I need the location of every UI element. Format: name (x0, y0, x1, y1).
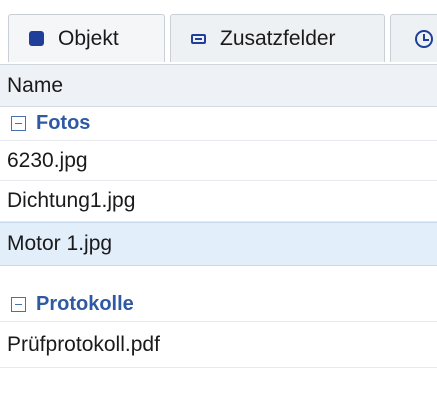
tab-history[interactable] (390, 14, 437, 62)
square-icon (29, 31, 44, 46)
tab-objekt[interactable]: Objekt (8, 14, 165, 62)
column-header-label: Name (7, 73, 64, 97)
group-row-fotos[interactable]: Fotos (0, 107, 437, 141)
table-row[interactable]: Prüfprotokoll.pdf (0, 322, 437, 368)
table-row[interactable]: Dichtung1.jpg (0, 181, 437, 222)
file-name: 6230.jpg (7, 148, 88, 172)
group-label: Protokolle (36, 293, 134, 315)
table-row-selected[interactable]: Motor 1.jpg (0, 222, 437, 266)
group-label: Fotos (36, 112, 91, 134)
group-row-protokolle[interactable]: Protokolle (0, 288, 437, 322)
collapse-icon[interactable] (11, 116, 26, 131)
clock-icon (415, 29, 433, 48)
card-icon (191, 33, 206, 44)
collapse-icon[interactable] (11, 297, 26, 312)
file-name: Prüfprotokoll.pdf (7, 332, 160, 356)
tab-zusatzfelder[interactable]: Zusatzfelder (170, 14, 385, 62)
column-header-name[interactable]: Name (0, 65, 437, 107)
file-name: Dichtung1.jpg (7, 189, 136, 212)
table-row[interactable]: 6230.jpg (0, 141, 437, 181)
tab-zusatzfelder-label: Zusatzfelder (220, 26, 336, 50)
tab-bar: Objekt Zusatzfelder (0, 0, 437, 65)
tab-objekt-label: Objekt (58, 26, 119, 50)
file-name: Motor 1.jpg (7, 232, 113, 255)
